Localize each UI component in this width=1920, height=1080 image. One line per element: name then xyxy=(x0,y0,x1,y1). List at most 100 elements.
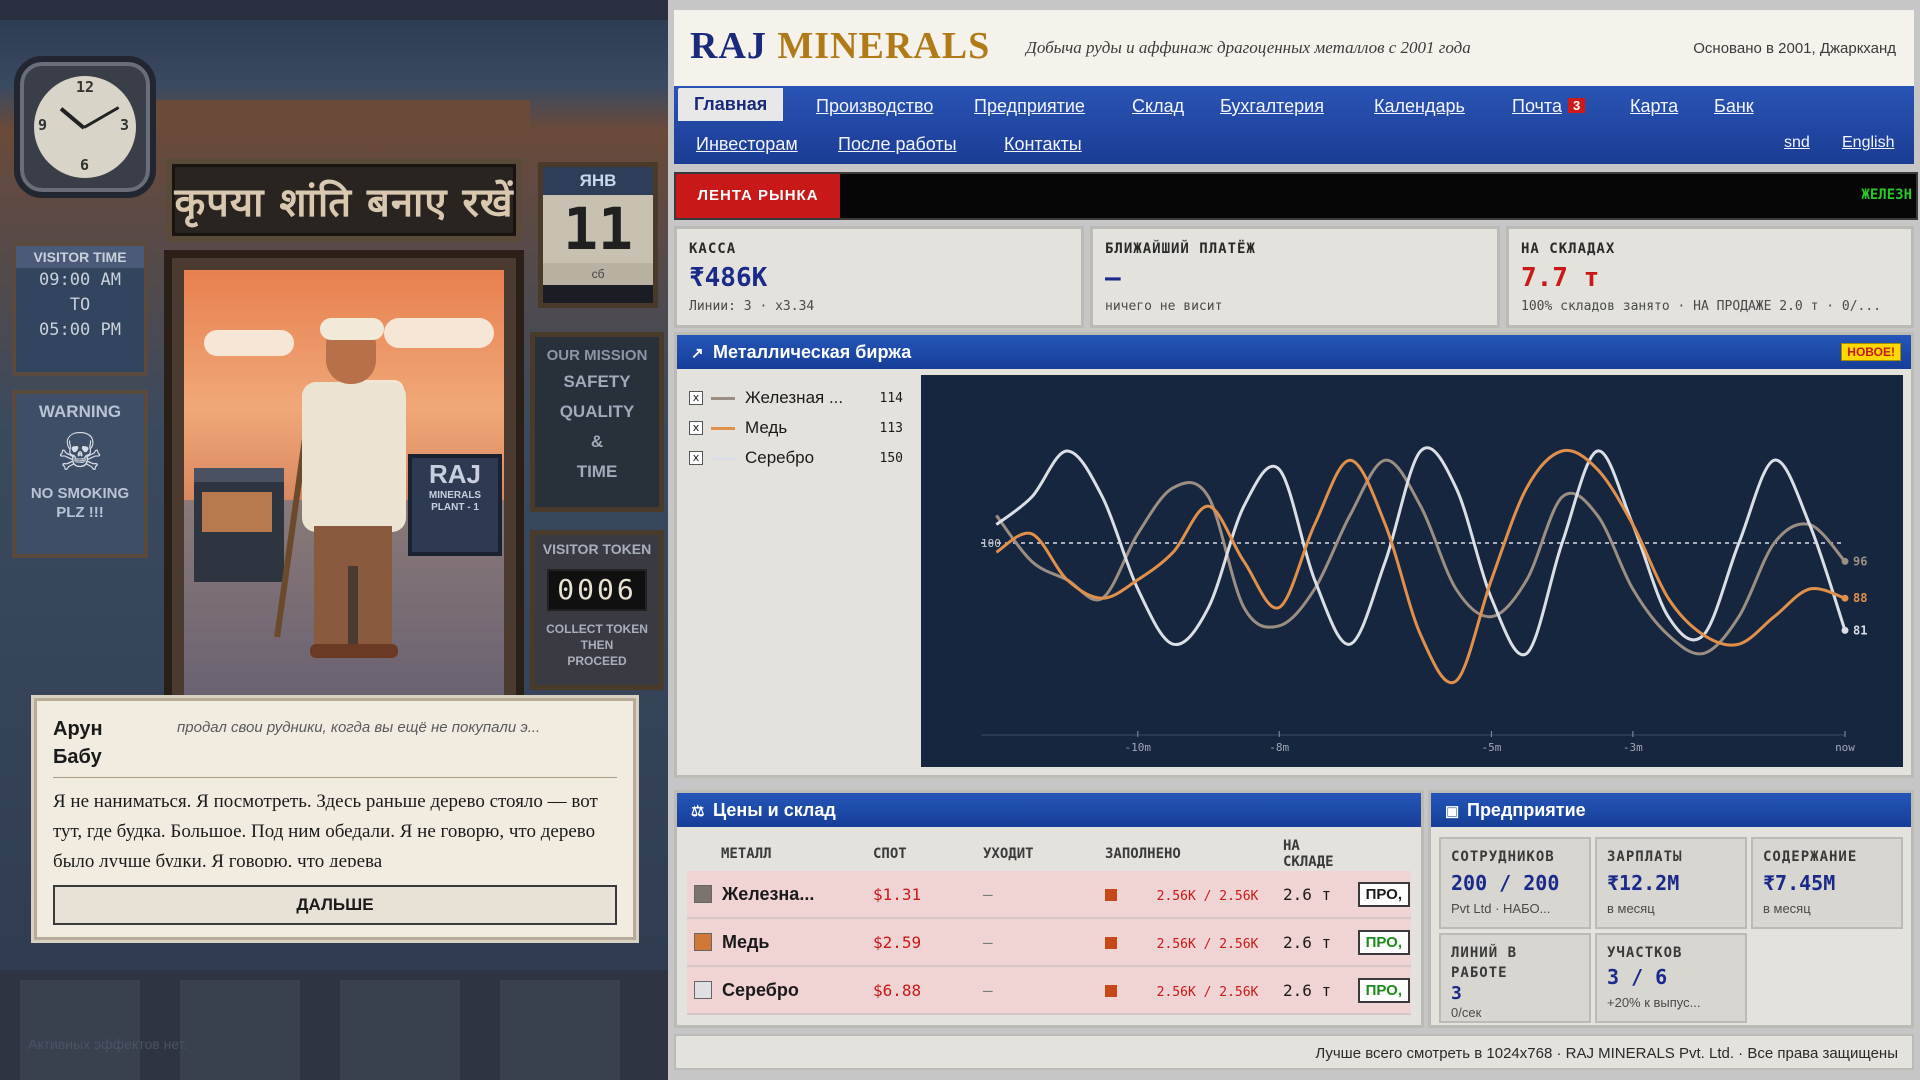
warehouse-value: 7.7 т xyxy=(1521,263,1600,293)
sell-button[interactable]: ПРО, xyxy=(1357,929,1410,955)
legend-checkbox[interactable]: x xyxy=(689,421,703,435)
scales-icon: ⚖ xyxy=(691,803,705,820)
calendar-month: ЯНВ xyxy=(543,167,653,195)
exchange-title: Металлическая биржа xyxy=(713,342,912,362)
token-number: 0006 xyxy=(547,569,647,611)
series-end-label: 81 xyxy=(1853,623,1867,637)
filled-cell: 2.56K / 2.56K xyxy=(1104,871,1282,919)
nav-accounting[interactable]: Бухгалтерия xyxy=(1220,96,1324,117)
salaries-sub: в месяц xyxy=(1607,901,1655,916)
salaries-cell: ЗАРПЛАТЫ ₹12.2M в месяц xyxy=(1595,837,1747,929)
next-button[interactable]: ДАЛЬШЕ xyxy=(53,885,617,925)
nav-investors[interactable]: Инвесторам xyxy=(696,134,798,155)
wall-beam xyxy=(150,100,530,130)
sites-cell: УЧАСТКОВ 3 / 6 +20% к выпус... xyxy=(1595,933,1747,1023)
nav-enterprise[interactable]: Предприятие xyxy=(974,96,1085,117)
mission-line: SAFETY xyxy=(563,372,631,391)
metal-swatch xyxy=(694,980,712,999)
legend-item-silver[interactable]: x Серебро 150 xyxy=(689,443,903,473)
visitor-time-title: VISITOR TIME xyxy=(16,246,144,268)
nav-home[interactable]: Главная xyxy=(678,88,784,121)
cash-title: КАССА xyxy=(689,241,737,257)
x-tick-label: -10m xyxy=(1125,741,1152,754)
calendar-weekday: сб xyxy=(543,263,653,285)
site-slogan: Добыча руды и аффинаж драгоценных металл… xyxy=(1026,38,1471,57)
truck xyxy=(194,468,284,582)
nav-calendar[interactable]: Календарь xyxy=(1374,96,1465,117)
employees-value: 200 / 200 xyxy=(1451,871,1560,895)
founded-text: Основано в 2001, Джаркханд xyxy=(1693,40,1896,57)
maintenance-value: ₹7.45M xyxy=(1763,871,1836,895)
legend-checkbox[interactable]: x xyxy=(689,391,703,405)
prices-stock-panel: ⚖ Цены и склад МЕТАЛЛ СПОТ УХОДИТ ЗАПОЛНЕ… xyxy=(674,790,1424,1028)
site-logo[interactable]: RAJ MINERALS xyxy=(690,24,990,68)
warehouse-title: НА СКЛАДАХ xyxy=(1521,241,1616,257)
plant-sign: RAJ MINERALS PLANT - 1 xyxy=(408,454,502,556)
maintenance-title: СОДЕРЖАНИЕ xyxy=(1763,849,1858,865)
col-metal: МЕТАЛЛ xyxy=(721,846,772,862)
building-icon: ▣ xyxy=(1445,803,1460,820)
nav-mail[interactable]: Почта xyxy=(1512,96,1562,116)
outgoing: — xyxy=(982,871,1104,919)
spot-price: $1.31 xyxy=(872,871,982,919)
nav-bank[interactable]: Банк xyxy=(1714,96,1754,117)
x-tick-label: -8m xyxy=(1269,741,1289,754)
filled-value: 2.56K / 2.56K xyxy=(1156,936,1259,952)
inventory-table: МЕТАЛЛ СПОТ УХОДИТ ЗАПОЛНЕНО НА СКЛАДЕ Ж… xyxy=(687,837,1411,1015)
clock-number-9: 9 xyxy=(38,116,48,134)
metal-name: Медь xyxy=(722,931,770,952)
legend-swatch xyxy=(711,456,735,460)
spot-price: $2.59 xyxy=(872,918,982,967)
character-shirt xyxy=(302,382,406,532)
lang-english[interactable]: English xyxy=(1842,134,1894,152)
mission-line: QUALITY xyxy=(559,402,635,421)
sell-button[interactable]: ПРО, xyxy=(1357,881,1410,907)
nav-production[interactable]: Производство xyxy=(816,96,933,117)
enterprise-panel: ▣ Предприятие СОТРУДНИКОВ 200 / 200 Pvt L… xyxy=(1428,790,1914,1028)
inventory-header: ⚖ Цены и склад xyxy=(677,793,1421,827)
nav-warehouse[interactable]: Склад xyxy=(1132,96,1184,117)
series-end-point xyxy=(1841,557,1849,565)
chart-background xyxy=(921,375,1903,767)
nav-after-work[interactable]: После работы xyxy=(838,134,957,155)
booth-window: RAJ MINERALS PLANT - 1 xyxy=(164,250,524,706)
inventory-row: Железна... $1.31— 2.56K / 2.56K 2.6 т ПРО, xyxy=(687,871,1411,919)
employees-title: СОТРУДНИКОВ xyxy=(1451,849,1555,865)
x-tick-label: now xyxy=(1835,741,1855,754)
mission-line: TIME xyxy=(576,462,618,481)
legend-checkbox[interactable]: x xyxy=(689,451,703,465)
legend-name: Железная ... xyxy=(745,388,844,407)
filled-cell: 2.56K / 2.56K xyxy=(1104,918,1282,967)
sell-cell: ПРО, xyxy=(1356,871,1411,919)
stock-value: 2.6 т xyxy=(1282,871,1357,919)
dialogue-text: Я не наниматься. Я посмотреть. Здесь ран… xyxy=(53,791,598,867)
series-end-point xyxy=(1841,594,1849,602)
nav-map[interactable]: Карта xyxy=(1630,96,1678,117)
metal-name: Серебро xyxy=(722,979,799,1000)
clock-number-6: 6 xyxy=(80,156,90,174)
visitor-token-machine[interactable]: VISITOR TOKEN 0006 COLLECT TOKEN THEN PR… xyxy=(530,530,664,690)
sites-value: 3 / 6 xyxy=(1607,965,1668,989)
sell-cell: ПРО, xyxy=(1356,918,1411,967)
nav-mail-wrap[interactable]: Почта 3 xyxy=(1512,96,1586,117)
lines-cell: ЛИНИЙ В РАБОТЕ 3 0/сек xyxy=(1439,933,1591,1023)
inventory-row: Медь $2.59— 2.56K / 2.56K 2.6 т ПРО, xyxy=(687,918,1411,967)
metal-name: Железна... xyxy=(722,883,815,904)
token-note: COLLECT TOKEN xyxy=(546,622,648,636)
lang-snd[interactable]: snd xyxy=(1784,134,1810,152)
active-effects: Активных эффектов нет. xyxy=(28,1036,188,1052)
skull-icon: ☠ xyxy=(56,424,104,482)
sell-button[interactable]: ПРО, xyxy=(1357,977,1410,1003)
logo-minerals: MINERALS xyxy=(777,25,991,67)
legend-item-copper[interactable]: x Медь 113 xyxy=(689,413,903,443)
maintenance-cell: СОДЕРЖАНИЕ ₹7.45M в месяц xyxy=(1751,837,1903,929)
payment-sub: ничего не висит xyxy=(1105,299,1223,314)
calendar-day: 11 xyxy=(543,195,653,263)
legend-item-iron[interactable]: x Железная ... 114 xyxy=(689,383,903,413)
market-ticker: ЛЕНТА РЫНКА ЖЕЛЕЗН xyxy=(674,172,1918,220)
visitor-time-line: 09:00 AM xyxy=(39,270,121,290)
foreground-bench xyxy=(0,970,668,1080)
outgoing: — xyxy=(982,918,1104,967)
sell-cell: ПРО, xyxy=(1356,966,1411,1015)
nav-contacts[interactable]: Контакты xyxy=(1004,134,1082,155)
